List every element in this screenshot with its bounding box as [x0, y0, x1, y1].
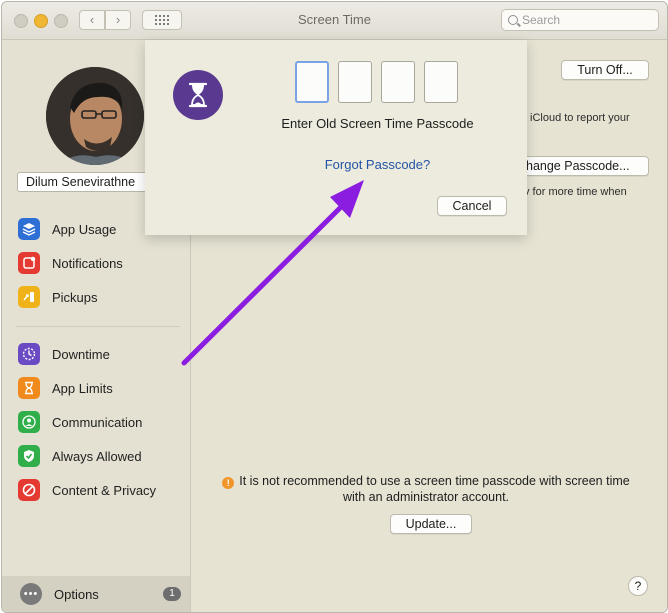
sidebar-divider — [16, 326, 180, 327]
search-placeholder: Search — [522, 13, 561, 27]
sidebar-item-app-limits[interactable]: App Limits — [18, 376, 113, 400]
sidebar-item-downtime[interactable]: Downtime — [18, 342, 110, 366]
cancel-button[interactable]: Cancel — [437, 196, 507, 216]
screen-time-window: ‹ › Screen Time Search Dilum Senevirathn… — [1, 1, 668, 613]
search-icon — [508, 15, 518, 25]
content-privacy-icon — [18, 479, 40, 501]
notifications-icon — [18, 252, 40, 274]
sidebar-item-label: Downtime — [52, 346, 110, 362]
turn-off-button[interactable]: Turn Off... — [561, 60, 649, 80]
more-options-icon: ••• — [20, 583, 42, 605]
warning-icon: ! — [222, 477, 235, 489]
passcode-digit-1[interactable] — [295, 61, 329, 103]
admin-warning: ! It is not recommended to use a screen t… — [211, 473, 641, 505]
update-button[interactable]: Update... — [390, 514, 472, 534]
pickups-icon — [18, 286, 40, 308]
sidebar-item-content-privacy[interactable]: Content & Privacy — [18, 478, 156, 502]
sidebar-item-app-usage[interactable]: App Usage — [18, 217, 116, 241]
sidebar-item-label: Content & Privacy — [52, 482, 157, 498]
search-field[interactable]: Search — [501, 9, 659, 31]
app-limits-icon — [18, 377, 40, 399]
more-time-description: v for more time when — [524, 186, 627, 198]
sidebar-item-label: App Limits — [52, 380, 113, 396]
sidebar-item-label: Communication — [52, 414, 143, 430]
icloud-description: iCloud to report your — [530, 112, 630, 124]
sidebar-item-label: Always Allowed — [52, 448, 142, 464]
user-select[interactable]: Dilum Senevirathne — [17, 172, 147, 192]
sidebar-item-label: App Usage — [52, 221, 117, 237]
always-allowed-icon — [18, 445, 40, 467]
passcode-digit-2[interactable] — [338, 61, 372, 103]
passcode-sheet: Enter Old Screen Time Passcode Forgot Pa… — [145, 40, 527, 235]
sidebar-item-label: Pickups — [52, 289, 98, 305]
help-button[interactable]: ? — [628, 576, 648, 596]
downtime-icon — [18, 343, 40, 365]
options-count-badge: 1 — [163, 587, 181, 601]
sidebar-item-label: Notifications — [52, 255, 123, 271]
sidebar-item-communication[interactable]: Communication — [18, 410, 142, 434]
forgot-passcode-link[interactable]: Forgot Passcode? — [295, 157, 460, 172]
passcode-digit-3[interactable] — [381, 61, 415, 103]
change-passcode-button[interactable]: hange Passcode... — [521, 156, 649, 176]
communication-icon — [18, 411, 40, 433]
sheet-title: Enter Old Screen Time Passcode — [281, 116, 474, 131]
sidebar-item-always-allowed[interactable]: Always Allowed — [18, 444, 142, 468]
sidebar-item-pickups[interactable]: Pickups — [18, 285, 98, 309]
avatar — [46, 67, 144, 165]
warning-text: It is not recommended to use a screen ti… — [239, 474, 630, 504]
passcode-digit-4[interactable] — [424, 61, 458, 103]
sidebar-item-options[interactable]: ••• Options 1 — [2, 576, 190, 612]
title-bar: ‹ › Screen Time Search — [2, 2, 667, 40]
hourglass-icon — [173, 70, 223, 120]
sidebar-item-notifications[interactable]: Notifications — [18, 251, 123, 275]
app-usage-icon — [18, 218, 40, 240]
sidebar-item-label: Options — [54, 586, 99, 602]
